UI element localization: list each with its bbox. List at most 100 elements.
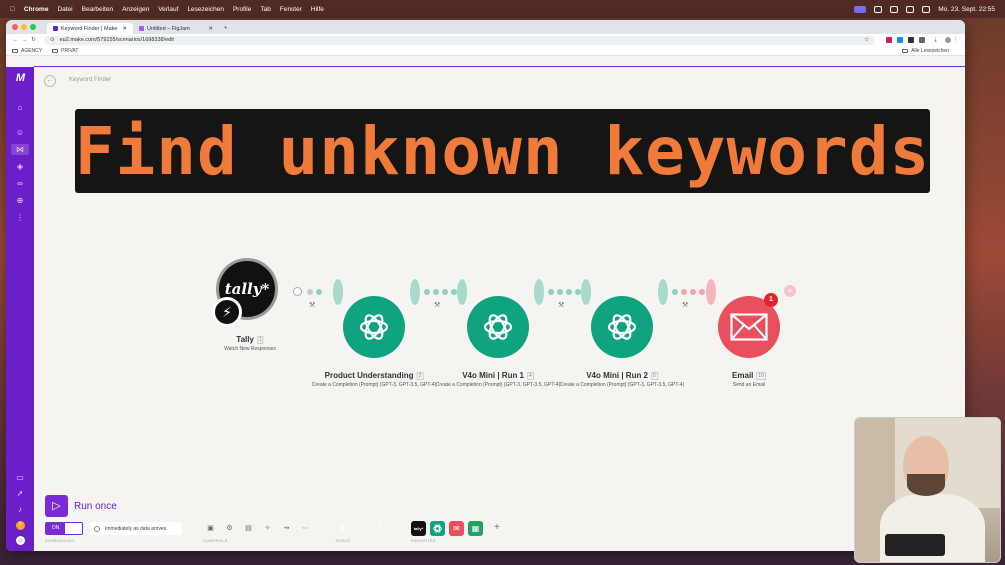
screen-record-icon[interactable]	[854, 5, 867, 13]
section-label-controls: CONTROLS	[203, 538, 228, 543]
extension-icon[interactable]	[886, 37, 892, 43]
wrench-icon[interactable]: ⚒	[434, 301, 440, 309]
address-bar[interactable]: ⊙ eu2.make.com/579155/scenarios/1698338/…	[44, 35, 875, 45]
minimize-window-button[interactable]	[21, 24, 27, 30]
webhooks-icon[interactable]: ⊕	[15, 195, 26, 206]
more-options-icon[interactable]: ⋯	[300, 523, 311, 534]
macos-menubar:  Chrome Datei Bearbeiten Anzeigen Verla…	[0, 0, 1005, 18]
favorite-sheets-icon[interactable]: ▦	[468, 521, 483, 536]
menubar-app[interactable]: Chrome	[24, 6, 49, 13]
home-icon[interactable]: ⌂	[15, 102, 26, 113]
close-tab-icon[interactable]: ✕	[122, 26, 127, 32]
menubar-item-profile[interactable]: Profile	[233, 6, 251, 13]
bookmarks-bar: AGENCY PRIVAT Alle Lesezeichen	[6, 46, 965, 56]
control-center-icon[interactable]	[890, 5, 899, 13]
back-button[interactable]: ←	[44, 75, 56, 87]
menubar-item-hilfe[interactable]: Hilfe	[311, 6, 324, 13]
route-connector[interactable]	[672, 289, 708, 295]
connector-dot	[681, 289, 687, 295]
auto-align-icon[interactable]: ✧	[262, 523, 273, 534]
download-icon[interactable]: ⤓	[931, 37, 940, 44]
favorite-email-icon[interactable]: ✉	[449, 521, 464, 536]
user-avatar[interactable]	[15, 536, 25, 545]
bookmark-folder-privat[interactable]: PRIVAT	[52, 48, 78, 54]
menubar-item-verlauf[interactable]: Verlauf	[158, 6, 178, 13]
notifications-icon[interactable]: ♪	[15, 504, 26, 515]
openai-module-circle[interactable]	[467, 296, 529, 358]
docs-icon[interactable]: ▭	[15, 472, 26, 483]
maximize-window-button[interactable]	[30, 24, 36, 30]
extensions-puzzle-icon[interactable]	[919, 37, 925, 43]
openai-icon	[359, 314, 389, 340]
openai-module-circle[interactable]	[343, 296, 405, 358]
add-module-plus-icon[interactable]: +	[784, 285, 796, 297]
make-logo[interactable]: M	[16, 72, 25, 84]
menubar-datetime[interactable]: Mo. 23. Sept. 22:55	[938, 6, 995, 13]
module-name: V4o Mini | Run 2	[586, 371, 649, 380]
favorite-tally-icon[interactable]: tally*	[411, 521, 426, 536]
menubar-item-tab[interactable]: Tab	[260, 6, 270, 13]
close-window-button[interactable]	[12, 24, 18, 30]
wrench-icon[interactable]: ⚒	[682, 301, 688, 309]
apple-icon[interactable]: 	[10, 6, 15, 13]
templates-icon[interactable]: ◈	[15, 161, 26, 172]
run-once-button[interactable]: ▷	[45, 495, 68, 517]
new-tab-icon[interactable]: +	[219, 23, 232, 34]
wrench-icon[interactable]: ⚒	[558, 301, 564, 309]
tab-keyword-finder[interactable]: Keyword Finder | Make ✕	[47, 23, 133, 34]
siri-icon[interactable]	[922, 5, 931, 13]
favorite-openai-icon[interactable]	[430, 521, 445, 536]
schedule-setting[interactable]: Immediately as data arrives.	[90, 522, 182, 535]
menubar-item-datei[interactable]: Datei	[57, 6, 72, 13]
module-ear-left	[457, 279, 467, 305]
run-once-label[interactable]: Run once	[74, 501, 117, 512]
tools-text-parser-icon[interactable]: T	[373, 521, 388, 536]
wifi-icon[interactable]	[874, 5, 883, 13]
route-connector[interactable]	[424, 289, 460, 295]
openai-module-circle[interactable]	[591, 296, 653, 358]
extension-icon[interactable]	[897, 37, 903, 43]
browser-menu-icon[interactable]: ⋮	[951, 37, 960, 43]
back-arrow-icon[interactable]: ←	[11, 37, 20, 43]
route-connector[interactable]	[307, 289, 325, 295]
bookmark-folder-agency[interactable]: AGENCY	[12, 48, 42, 54]
site-info-icon[interactable]: ⊙	[50, 37, 55, 43]
close-tab-icon[interactable]: ✕	[208, 26, 213, 32]
wrench-icon[interactable]: ⚒	[309, 301, 315, 309]
more-icon[interactable]: ⋮	[15, 212, 26, 223]
tools-router-icon[interactable]: ✕	[354, 521, 369, 536]
filter-icon[interactable]	[293, 287, 302, 296]
menubar-item-fenster[interactable]: Fenster	[280, 6, 302, 13]
browser-window: Keyword Finder | Make ✕ Untitled – FigJa…	[6, 20, 965, 551]
scenarios-icon[interactable]: ⋈	[11, 144, 29, 155]
menubar-item-bearbeiten[interactable]: Bearbeiten	[82, 6, 113, 13]
help-icon[interactable]: ?	[15, 521, 25, 530]
tools-flow-control-icon[interactable]: ✿	[335, 521, 350, 536]
schedule-text: Immediately as data arrives.	[105, 525, 168, 532]
extension-icon[interactable]	[908, 37, 914, 43]
error-count-badge[interactable]: 1	[764, 293, 778, 307]
tab-figjam[interactable]: Untitled – FigJam ✕	[133, 23, 219, 34]
section-label-favorites: FAVORITES	[411, 538, 436, 543]
menubar-item-lesezeichen[interactable]: Lesezeichen	[187, 6, 224, 13]
save-icon[interactable]: ▣	[205, 523, 216, 534]
team-icon[interactable]: ☺	[15, 127, 26, 138]
route-connector[interactable]	[548, 289, 584, 295]
bookmark-label: PRIVAT	[61, 47, 79, 54]
bookmark-star-icon[interactable]: ☆	[864, 37, 869, 43]
explain-flow-icon[interactable]: ⇝	[281, 523, 292, 534]
notes-icon[interactable]: ▤	[243, 523, 254, 534]
settings-icon[interactable]	[906, 5, 915, 13]
connector-dot	[442, 289, 448, 295]
rocket-icon[interactable]: ➚	[15, 488, 26, 499]
settings-gear-icon[interactable]: ⚙	[224, 523, 235, 534]
trigger-bolt-icon[interactable]: ⚡	[212, 297, 242, 327]
add-favorite-plus-icon[interactable]: +	[494, 522, 500, 533]
forward-arrow-icon[interactable]: →	[20, 37, 29, 43]
menubar-item-anzeigen[interactable]: Anzeigen	[122, 6, 149, 13]
scenario-title[interactable]: Keyword Finder	[69, 77, 111, 83]
reload-icon[interactable]: ↻	[29, 37, 38, 43]
scheduling-toggle[interactable]: ON	[45, 522, 83, 535]
all-bookmarks[interactable]: Alle Lesezeichen	[902, 48, 949, 54]
connections-icon[interactable]: ∞	[15, 178, 26, 189]
